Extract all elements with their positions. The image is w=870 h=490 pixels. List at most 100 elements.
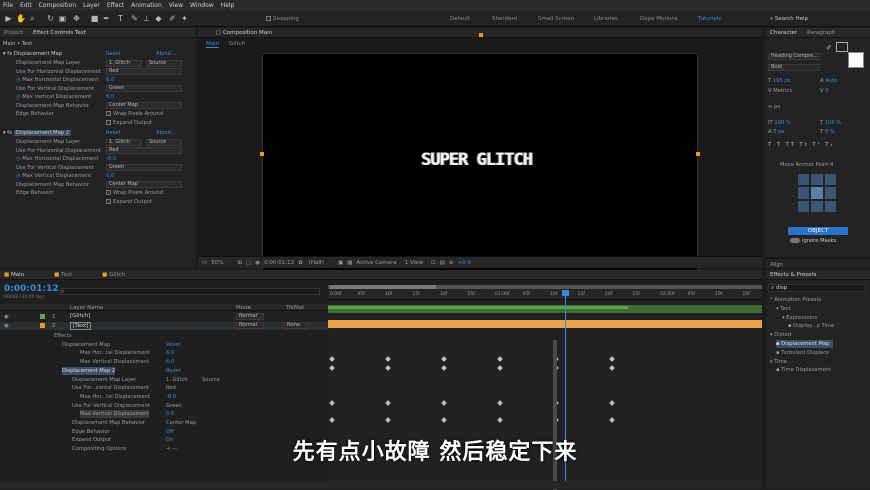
zoom-select[interactable]: 50% (211, 260, 223, 266)
preset-tree-item[interactable]: ▪ Displacement Map (776, 340, 834, 348)
keyframe-marker[interactable] (609, 365, 615, 371)
label-color-icon[interactable] (40, 323, 45, 328)
keyframe-marker[interactable] (441, 365, 447, 371)
property-value[interactable]: Red (166, 384, 176, 392)
property-value[interactable]: 0.0 (166, 410, 174, 418)
text-style-buttons[interactable]: T T TT Tt T¹ T₁ (768, 141, 835, 149)
layer-mode-select[interactable]: Normal (236, 322, 264, 329)
eye-icon[interactable]: ◉ (4, 314, 9, 320)
checkbox-icon[interactable] (106, 198, 111, 204)
object-button[interactable]: OBJECT (788, 227, 848, 235)
property-value-source[interactable]: Source (202, 376, 220, 384)
eye-icon[interactable]: ◉ (4, 323, 9, 329)
effect-header-effect2[interactable]: ▾ fx Displacement Map 2 (3, 129, 72, 137)
kerning-value[interactable]: Metrics (773, 88, 792, 94)
tab-paragraph[interactable]: Paragraph (807, 30, 835, 36)
leading-value[interactable]: Auto (825, 78, 837, 84)
handle-right[interactable] (696, 152, 700, 156)
type-tool-icon[interactable]: T (116, 14, 125, 23)
effect-dropdown[interactable]: Center Map (106, 181, 182, 188)
checkbox-icon[interactable] (106, 190, 111, 195)
property-value[interactable]: 6.0 (166, 349, 174, 357)
timeline-icon[interactable]: ▤ (440, 260, 445, 266)
keyframe-marker[interactable] (441, 400, 447, 406)
effect-reset-button[interactable]: Reset (106, 50, 121, 58)
keyframe-marker[interactable] (329, 365, 335, 371)
keyframe-marker[interactable] (441, 356, 447, 362)
flowchart-icon[interactable]: ⊕ (449, 260, 454, 266)
fast-preview-icon[interactable]: ⊡ (431, 260, 436, 266)
timeline-property[interactable]: Max Vertical Displacement (80, 410, 150, 419)
comp-canvas[interactable]: SUPER GLITCH (262, 53, 698, 277)
preset-tree-item[interactable]: ▾ Distort (770, 331, 792, 339)
menu-item-help[interactable]: Help (221, 2, 235, 9)
menu-item-composition[interactable]: Composition (39, 2, 76, 9)
effect-checkbox[interactable]: Expand Output (106, 198, 152, 206)
snapshot-icon[interactable]: ✿ (298, 260, 303, 266)
region-icon[interactable]: ▣ (338, 260, 343, 266)
tab-effect-controls[interactable]: Effect Controls Text (33, 30, 86, 36)
effect-about-button[interactable]: About... (156, 129, 176, 137)
property-value[interactable]: Center Map (166, 419, 196, 427)
tab-composition[interactable]: ▢ Composition Main (216, 30, 272, 36)
effect-header-effect1[interactable]: ▾ fx Displacement Map (3, 50, 62, 58)
preset-tree-item[interactable]: ▪ Display...p Time (788, 322, 834, 330)
stroke-color-swatch[interactable] (836, 42, 848, 52)
pan-behind-icon[interactable]: ✥ (72, 14, 81, 23)
keyframe-marker[interactable] (609, 400, 615, 406)
timeline-property[interactable]: Use For...zontal Displacement (72, 384, 149, 392)
clone-tool-icon[interactable]: ⊥ (142, 14, 151, 23)
timeline-property[interactable]: Displacement Map (62, 341, 110, 349)
zoom-tool-icon[interactable]: ⌕ (28, 14, 37, 23)
keyframe-marker[interactable] (609, 356, 615, 362)
keyframe-marker[interactable] (609, 417, 615, 423)
rotate-tool-icon[interactable]: ↻ (46, 14, 55, 23)
effect-dropdown[interactable]: 1. Glitch (106, 138, 142, 146)
vscale-value[interactable]: 100 % (774, 120, 790, 126)
timeline-current-time[interactable]: 0:00:01:12 (4, 284, 59, 294)
camera-icon[interactable]: ◉ (255, 260, 260, 266)
workspace-dope-motions[interactable]: Dope Motions (640, 16, 678, 22)
timeline-property[interactable]: Displacement Map Behavior (72, 419, 145, 427)
keyframe-marker[interactable] (497, 356, 503, 362)
effect-value[interactable]: 0.0 (106, 172, 114, 180)
menu-item-layer[interactable]: Layer (83, 2, 100, 9)
menu-item-animation[interactable]: Animation (131, 2, 162, 9)
property-value[interactable]: Reset (166, 367, 181, 375)
tab-character[interactable]: Character (770, 30, 797, 36)
effect-dropdown[interactable]: Green (106, 164, 182, 171)
grid-icon[interactable]: ⊞ (237, 260, 242, 266)
keyframe-marker[interactable] (497, 365, 503, 371)
menu-item-file[interactable]: File (3, 2, 13, 9)
keyframe-marker[interactable] (385, 365, 391, 371)
transparency-icon[interactable]: ▦ (347, 260, 352, 266)
resolution-select[interactable]: (Half) (309, 260, 324, 266)
font-style-select[interactable]: Bold (768, 64, 820, 71)
time-readout[interactable]: 0:00:01:12 (264, 260, 294, 266)
layer-trkmat-select[interactable]: None (284, 322, 308, 329)
exposure-value[interactable]: +0.0 (458, 260, 471, 266)
effects-search-input[interactable]: ⌕ disp (768, 284, 866, 292)
camera-tool-icon[interactable]: ▣ (58, 14, 67, 23)
anchor-grid[interactable] (798, 174, 836, 212)
effect-value[interactable]: -8.0 (106, 155, 116, 163)
menu-item-edit[interactable]: Edit (20, 2, 32, 9)
layer-row[interactable]: ◉ 1 [Glitch] Normal (0, 313, 328, 321)
puppet-tool-icon[interactable]: ✦ (180, 14, 189, 23)
keyframe-marker[interactable] (441, 417, 447, 423)
font-family-select[interactable]: Heading Compre... (768, 53, 820, 60)
keyframe-marker[interactable] (329, 356, 335, 362)
tsume-value[interactable]: 0 % (825, 129, 835, 135)
preset-tree-item[interactable]: ▪ Turbulent Displace (776, 349, 829, 357)
layer-row[interactable]: ◉ 2 [Text] Normal None (0, 322, 328, 330)
search-help[interactable]: ⌕ Search Help (770, 16, 808, 23)
layer-mode-select[interactable]: Normal (236, 313, 264, 320)
unit-select[interactable]: px (774, 104, 780, 110)
hand-tool-icon[interactable]: ✋ (16, 14, 26, 23)
property-value[interactable]: 6.0 (166, 358, 174, 366)
menu-item-effect[interactable]: Effect (107, 2, 124, 9)
fill-color-swatch[interactable] (848, 52, 864, 68)
property-value[interactable]: -8.0 (166, 393, 176, 401)
effect-checkbox[interactable]: Expand Output (106, 119, 152, 127)
eraser-tool-icon[interactable]: ◆ (154, 14, 163, 23)
